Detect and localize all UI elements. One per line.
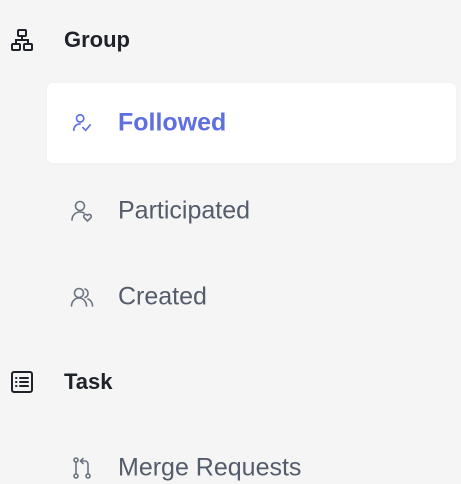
list-box-icon [10,370,34,394]
nav-label-created: Created [118,282,207,311]
nav-item-followed[interactable]: Followed [47,83,456,163]
nav-item-merge-requests[interactable]: Merge Requests [47,428,456,484]
user-check-icon [69,110,95,136]
users-icon [69,284,95,310]
section-label-group: Group [64,27,130,52]
nav-label-merge-requests: Merge Requests [118,453,302,482]
nav-label-followed: Followed [118,108,227,137]
sidebar-nav: Group Followed Participated Created Task… [0,0,461,484]
section-label-task: Task [64,369,113,394]
user-heart-icon [69,198,95,224]
nav-item-created[interactable]: Created [47,257,456,337]
nav-item-participated[interactable]: Participated [47,171,456,251]
nav-label-participated: Participated [118,196,251,225]
merge-request-icon [69,455,95,481]
hierarchy-icon [10,28,34,52]
